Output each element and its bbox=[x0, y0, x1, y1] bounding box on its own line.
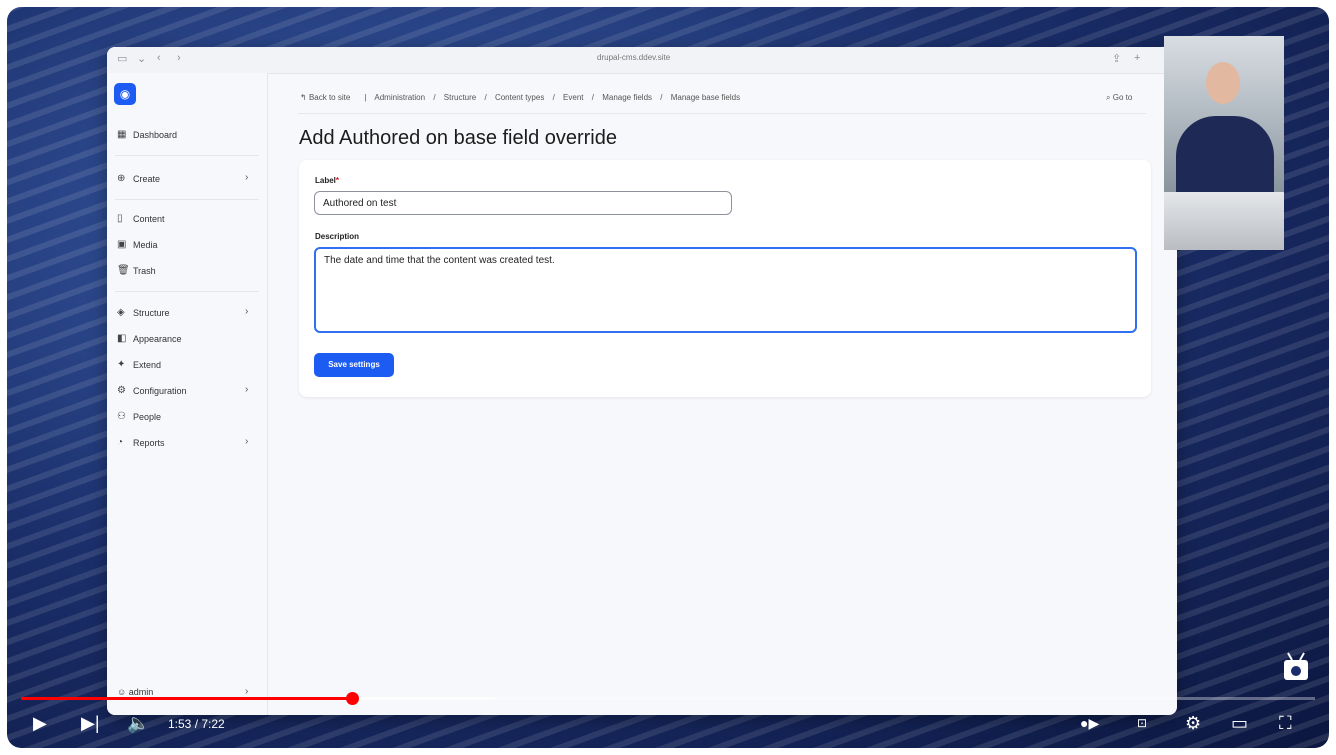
breadcrumb-separator: / bbox=[484, 93, 487, 102]
sidebar-item-configuration[interactable]: ⚙ Configuration bbox=[117, 385, 187, 396]
breadcrumb-separator: / bbox=[433, 93, 436, 102]
admin-sidebar: ◉ ▦ Dashboard ⊕ Create › ▯ Content ▣ Med… bbox=[107, 73, 268, 715]
sidebar-item-content[interactable]: ▯ Content bbox=[117, 213, 165, 224]
chevron-right-icon[interactable]: › bbox=[245, 436, 248, 447]
sidebar-item-media[interactable]: ▣ Media bbox=[117, 239, 158, 250]
settings-gear-icon[interactable]: ⚙ bbox=[1185, 712, 1201, 734]
monitor bbox=[1164, 192, 1284, 250]
video-player[interactable]: ▭ ⌄ ‹ › drupal-cms.ddev.site ⇪ + ◉ ▦ Das… bbox=[7, 7, 1329, 748]
label-field-label: Label* bbox=[315, 176, 340, 185]
time-display: 1:53 / 7:22 bbox=[168, 717, 225, 731]
sidebar-item-create[interactable]: ⊕ Create bbox=[117, 173, 160, 184]
chevron-right-icon[interactable]: › bbox=[245, 686, 248, 697]
sidebar-item-label: Reports bbox=[133, 437, 165, 448]
back-to-site-link[interactable]: ↰ Back to site bbox=[300, 93, 356, 102]
presenter-head bbox=[1206, 62, 1240, 104]
chevron-right-icon[interactable]: › bbox=[245, 384, 248, 395]
layers-icon: ◈ bbox=[117, 307, 125, 318]
sidebar-item-appearance[interactable]: ◧ Appearance bbox=[117, 333, 182, 344]
forward-icon[interactable]: › bbox=[177, 52, 181, 64]
sidebar-item-label: People bbox=[133, 411, 162, 422]
browser-window: ▭ ⌄ ‹ › drupal-cms.ddev.site ⇪ + ◉ ▦ Das… bbox=[107, 47, 1177, 715]
sidebar-item-label: Structure bbox=[133, 307, 170, 318]
divider bbox=[115, 199, 259, 200]
breadcrumb-item[interactable]: Event bbox=[563, 93, 583, 102]
sidebar-item-label: Content bbox=[133, 213, 165, 224]
autoplay-toggle-icon[interactable]: ●▶ bbox=[1080, 712, 1099, 734]
chart-icon: ◔ bbox=[117, 437, 124, 448]
cc-icon[interactable]: ⊡ bbox=[1137, 712, 1147, 734]
breadcrumb-separator: | bbox=[364, 93, 367, 102]
go-to-button[interactable]: ⌕ Go to bbox=[1106, 93, 1132, 103]
breadcrumb-separator: / bbox=[552, 93, 555, 102]
play-icon[interactable]: ▶ bbox=[33, 712, 47, 734]
description-textarea[interactable]: The date and time that the content was c… bbox=[314, 247, 1137, 333]
breadcrumb-item[interactable]: Structure bbox=[444, 93, 476, 102]
plus-circle-icon: ⊕ bbox=[117, 173, 126, 184]
puzzle-icon: ✦ bbox=[117, 359, 126, 370]
new-tab-icon[interactable]: + bbox=[1134, 52, 1140, 64]
breadcrumb-separator: / bbox=[591, 93, 594, 102]
page-title: Add Authored on base field override bbox=[299, 127, 617, 149]
label-input[interactable]: Authored on test bbox=[314, 191, 732, 215]
sidebar-item-label: Configuration bbox=[133, 385, 187, 396]
document-icon: ▯ bbox=[117, 213, 123, 224]
theater-mode-icon[interactable]: ▭ bbox=[1231, 712, 1248, 734]
form-card: Label* Authored on test Description The … bbox=[299, 160, 1151, 397]
breadcrumb-item[interactable]: Administration bbox=[374, 93, 425, 102]
fullscreen-icon[interactable]: ⛶ bbox=[1279, 712, 1292, 734]
user-menu[interactable]: ☺ admin bbox=[117, 687, 153, 697]
sidebar-toggle-icon[interactable]: ▭ bbox=[117, 52, 127, 65]
paint-icon: ◧ bbox=[117, 333, 127, 344]
user-icon: ☺ bbox=[117, 687, 127, 697]
drupal-logo-icon[interactable]: ◉ bbox=[114, 83, 136, 105]
chevron-right-icon[interactable]: › bbox=[245, 172, 248, 183]
gear-icon: ⚙ bbox=[117, 385, 126, 396]
progress-played bbox=[21, 697, 353, 700]
dashboard-icon: ▦ bbox=[117, 129, 127, 140]
sidebar-item-reports[interactable]: ◔ Reports bbox=[117, 437, 165, 448]
save-settings-button[interactable]: Save settings bbox=[314, 353, 394, 377]
sidebar-item-label: Appearance bbox=[133, 333, 182, 344]
chevron-right-icon[interactable]: › bbox=[245, 306, 248, 317]
breadcrumb-item[interactable]: Manage base fields bbox=[671, 93, 740, 102]
search-icon: ⌕ bbox=[1106, 93, 1111, 102]
back-icon[interactable]: ‹ bbox=[157, 52, 161, 64]
divider bbox=[298, 113, 1146, 114]
sidebar-item-structure[interactable]: ◈ Structure bbox=[117, 307, 170, 318]
presenter-body bbox=[1176, 116, 1274, 196]
sidebar-item-label: Create bbox=[133, 173, 161, 184]
breadcrumb-item[interactable]: Content types bbox=[495, 93, 544, 102]
sidebar-item-dashboard[interactable]: ▦ Dashboard bbox=[117, 129, 177, 140]
chevron-down-icon[interactable]: ⌄ bbox=[137, 52, 146, 65]
people-icon: ⚇ bbox=[117, 411, 126, 422]
breadcrumb-item[interactable]: Manage fields bbox=[602, 93, 652, 102]
sidebar-item-people[interactable]: ⚇ People bbox=[117, 411, 161, 422]
sidebar-item-label: Media bbox=[133, 239, 158, 250]
divider bbox=[115, 291, 259, 292]
sidebar-item-label: Extend bbox=[133, 359, 162, 370]
next-icon[interactable]: ▶| bbox=[81, 712, 100, 734]
sidebar-item-label: Trash bbox=[133, 265, 156, 276]
url-bar[interactable]: drupal-cms.ddev.site bbox=[597, 53, 670, 62]
sidebar-item-trash[interactable]: 🗑 Trash bbox=[117, 265, 156, 276]
image-icon: ▣ bbox=[117, 239, 127, 250]
webcam-overlay bbox=[1164, 36, 1284, 250]
channel-watermark-icon[interactable] bbox=[1283, 652, 1309, 682]
divider bbox=[115, 155, 259, 156]
trash-icon: 🗑 bbox=[117, 265, 130, 276]
main-content: ↰ Back to site | Administration / Struct… bbox=[268, 73, 1177, 715]
breadcrumb: ↰ Back to site | Administration / Struct… bbox=[300, 93, 746, 102]
volume-icon[interactable]: 🔈 bbox=[127, 712, 149, 734]
description-field-label: Description bbox=[315, 232, 360, 241]
sidebar-item-label: Dashboard bbox=[133, 129, 178, 140]
share-icon[interactable]: ⇪ bbox=[1112, 52, 1121, 65]
user-name: admin bbox=[128, 687, 154, 697]
breadcrumb-separator: / bbox=[660, 93, 663, 102]
browser-toolbar: ▭ ⌄ ‹ › drupal-cms.ddev.site ⇪ + bbox=[107, 47, 1177, 74]
sidebar-item-extend[interactable]: ✦ Extend bbox=[117, 359, 161, 370]
required-marker: * bbox=[335, 176, 340, 185]
